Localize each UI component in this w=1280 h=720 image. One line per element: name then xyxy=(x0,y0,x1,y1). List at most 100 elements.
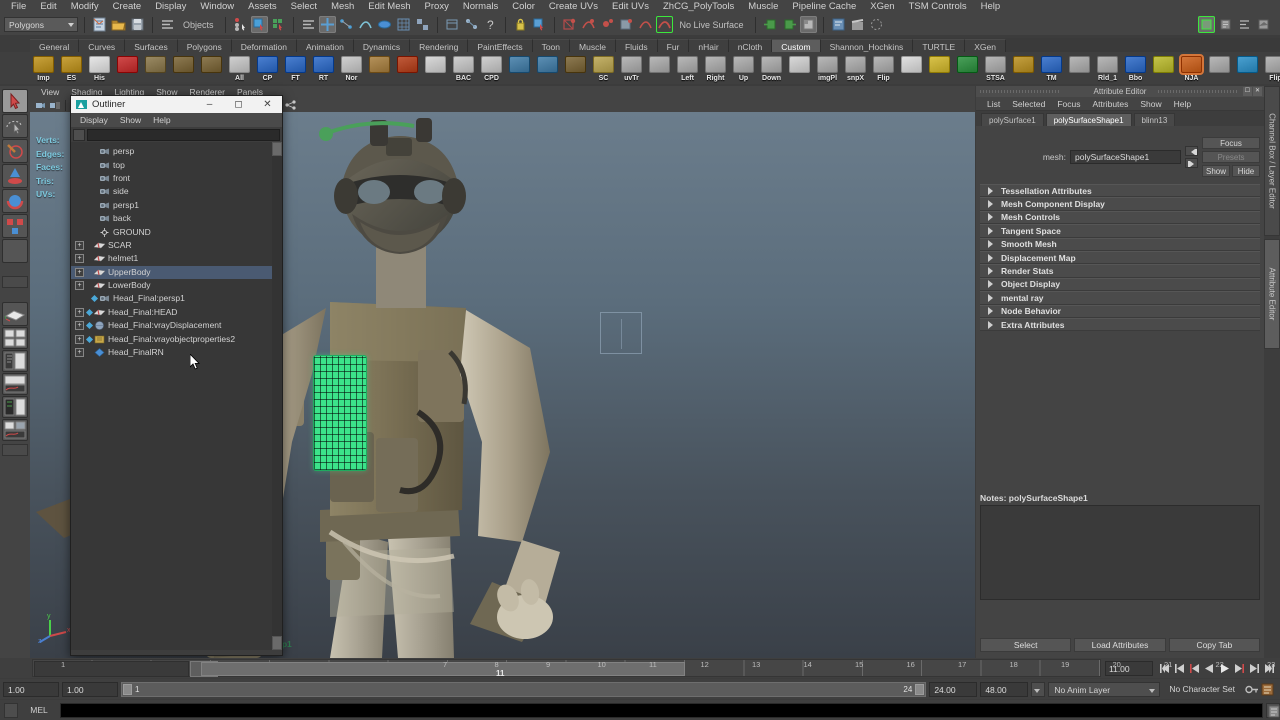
render-region-icon[interactable] xyxy=(637,16,654,33)
drag-handle-right[interactable] xyxy=(1158,90,1238,93)
shelf-tab-painteffects[interactable]: PaintEffects xyxy=(468,39,533,52)
paint-select-tool-button[interactable] xyxy=(2,139,28,163)
close-icon[interactable]: ✕ xyxy=(253,96,282,113)
snap-point-icon[interactable] xyxy=(357,16,374,33)
expand-plus-icon[interactable]: + xyxy=(75,240,84,250)
input-connections-icon[interactable] xyxy=(762,16,779,33)
expand-plus-icon[interactable]: + xyxy=(75,281,84,291)
shelf-tab-animation[interactable]: Animation xyxy=(297,39,354,52)
ae-tab-polysurfaceshape1[interactable]: polySurfaceShape1 xyxy=(1045,113,1132,126)
ae-section-object-display[interactable]: Object Display xyxy=(980,277,1260,292)
render-view-icon[interactable] xyxy=(618,16,635,33)
copy-tab-button[interactable]: Copy Tab xyxy=(1168,638,1260,652)
shelf-tab-surfaces[interactable]: Surfaces xyxy=(125,39,178,52)
expand-plus-icon[interactable]: + xyxy=(75,267,84,277)
expand-plus-icon[interactable]: + xyxy=(75,334,84,344)
lock-icon[interactable] xyxy=(512,16,529,33)
help-question-icon[interactable]: ? xyxy=(482,16,499,33)
shelf-button-paint-icon[interactable] xyxy=(394,54,421,82)
outliner-scrollbar[interactable] xyxy=(272,142,282,650)
shelf-tab-toon[interactable]: Toon xyxy=(532,39,571,52)
outliner-item[interactable]: + UpperBody xyxy=(71,265,274,279)
command-input-field[interactable] xyxy=(60,702,1263,718)
shelf-button-up-icon[interactable]: Up xyxy=(730,54,757,82)
ae-section-mesh-controls[interactable]: Mesh Controls xyxy=(980,210,1260,225)
outliner-item[interactable]: + LowerBody xyxy=(71,279,274,292)
shelf-button-normal-icon[interactable]: Nor xyxy=(338,54,365,82)
shelf-tab-custom[interactable]: Custom xyxy=(772,39,821,52)
outliner-item[interactable]: + Head_FinalRN xyxy=(71,346,274,359)
viewport-share-icon[interactable] xyxy=(284,99,297,111)
load-attributes-button[interactable]: Load Attributes xyxy=(1074,638,1166,652)
four-view-layout-button[interactable] xyxy=(2,327,28,349)
select-hierarchy-icon[interactable] xyxy=(232,16,249,33)
ae-tab-polysurface1[interactable]: polySurface1 xyxy=(981,113,1044,126)
ae-tab-blinn13[interactable]: blinn13 xyxy=(1133,113,1176,126)
show-button[interactable]: Show xyxy=(1202,165,1230,177)
shelf-tab-deformation[interactable]: Deformation xyxy=(231,39,298,52)
tab-channel-box-layer-editor[interactable]: Channel Box / Layer Editor xyxy=(1264,86,1280,236)
shelf-button-sphere-gold-icon[interactable] xyxy=(1010,54,1037,82)
live-surface-icon[interactable] xyxy=(656,16,673,33)
menu-item-zhcg-polytools[interactable]: ZhCG_PolyTools xyxy=(656,0,741,14)
snap-uv-icon[interactable] xyxy=(414,16,431,33)
shelf-button-wire-box2-icon[interactable] xyxy=(534,54,561,82)
anim-layer-dropdown[interactable]: No Anim Layer xyxy=(1048,681,1161,697)
selection-list-icon[interactable] xyxy=(159,16,176,33)
menu-item-muscle[interactable]: Muscle xyxy=(741,0,785,14)
outliner-menu-help[interactable]: Help xyxy=(147,115,176,125)
shelf-tab-fur[interactable]: Fur xyxy=(657,39,690,52)
step-forward-frame-icon[interactable] xyxy=(1233,661,1246,676)
ae-section-tessellation-attributes[interactable]: Tessellation Attributes xyxy=(980,184,1260,198)
ae-section-mental-ray[interactable]: mental ray xyxy=(980,291,1260,305)
shelf-button-left-icon[interactable]: Left xyxy=(674,54,701,82)
presets-button[interactable]: Presets xyxy=(1202,151,1260,163)
show-tool-settings-icon[interactable] xyxy=(1236,16,1253,33)
camera-persp-icon[interactable] xyxy=(34,99,47,111)
outliner-item[interactable]: Head_Final:persp1 xyxy=(71,292,274,305)
shelf-button-checker-icon[interactable] xyxy=(422,54,449,82)
menu-item-edit[interactable]: Edit xyxy=(33,0,63,14)
menu-item-color[interactable]: Color xyxy=(505,0,542,14)
shelf-button-envelope-icon[interactable] xyxy=(926,54,953,82)
play-forwards-icon[interactable] xyxy=(1218,661,1231,676)
move-tool-button[interactable] xyxy=(2,164,28,188)
playback-start-field[interactable]: 1.00 xyxy=(3,681,59,697)
shelf-button-bac-icon[interactable]: BAC xyxy=(450,54,477,82)
menu-item-window[interactable]: Window xyxy=(193,0,241,14)
shelf-button-rt-axis-icon[interactable]: RT xyxy=(310,54,337,82)
history-icon[interactable] xyxy=(444,16,461,33)
save-scene-icon[interactable] xyxy=(129,16,146,33)
shelf-button-script3-icon[interactable] xyxy=(1206,54,1233,82)
outliner-item[interactable]: + Head_Final:vrayobjectproperties2 xyxy=(71,332,274,345)
range-start-handle[interactable] xyxy=(123,683,132,695)
menu-item-proxy[interactable]: Proxy xyxy=(418,0,456,14)
shelf-button-stsa-icon[interactable]: STSA xyxy=(982,54,1009,82)
shelf-button-checkerball-icon[interactable] xyxy=(898,54,925,82)
mesh-name-input[interactable]: polySurfaceShape1 xyxy=(1070,150,1181,164)
shelf-button-snapx-icon[interactable]: snpX xyxy=(842,54,869,82)
shelf-button-script2-icon[interactable] xyxy=(1066,54,1093,82)
output-node-arrow-icon[interactable] xyxy=(1185,158,1198,168)
outliner-search-input[interactable] xyxy=(87,128,280,141)
shelf-tab-xgen[interactable]: XGen xyxy=(965,39,1006,52)
shelf-button-reload-icon[interactable]: Rld_1 xyxy=(1094,54,1121,82)
shelf-tab-general[interactable]: General xyxy=(30,39,80,52)
shelf-button-bbox-icon[interactable]: Bbo xyxy=(1122,54,1149,82)
persp-graph-layout-button[interactable] xyxy=(2,373,28,395)
show-channel-box-layer-icon[interactable] xyxy=(1255,16,1272,33)
outliner-title-bar[interactable]: Outliner – ◻ ✕ xyxy=(71,96,282,113)
menu-item-edit-mesh[interactable]: Edit Mesh xyxy=(361,0,417,14)
shelf-button-down-icon[interactable]: Down xyxy=(758,54,785,82)
outliner-item[interactable]: front xyxy=(71,172,274,185)
menu-item-edit-uvs[interactable]: Edit UVs xyxy=(605,0,656,14)
shelf-button-light-icon[interactable] xyxy=(114,54,141,82)
shelf-button-wrench-icon[interactable] xyxy=(786,54,813,82)
shelf-tab-dynamics[interactable]: Dynamics xyxy=(353,39,411,52)
playback-end-field[interactable]: 48.00 xyxy=(980,681,1029,697)
shelf-button-curve-blue-icon[interactable] xyxy=(1234,54,1261,82)
menu-item-normals[interactable]: Normals xyxy=(456,0,505,14)
command-language-label[interactable]: MEL xyxy=(21,703,57,718)
drag-handle-left[interactable] xyxy=(980,90,1060,93)
shelf-tab-rendering[interactable]: Rendering xyxy=(410,39,469,52)
